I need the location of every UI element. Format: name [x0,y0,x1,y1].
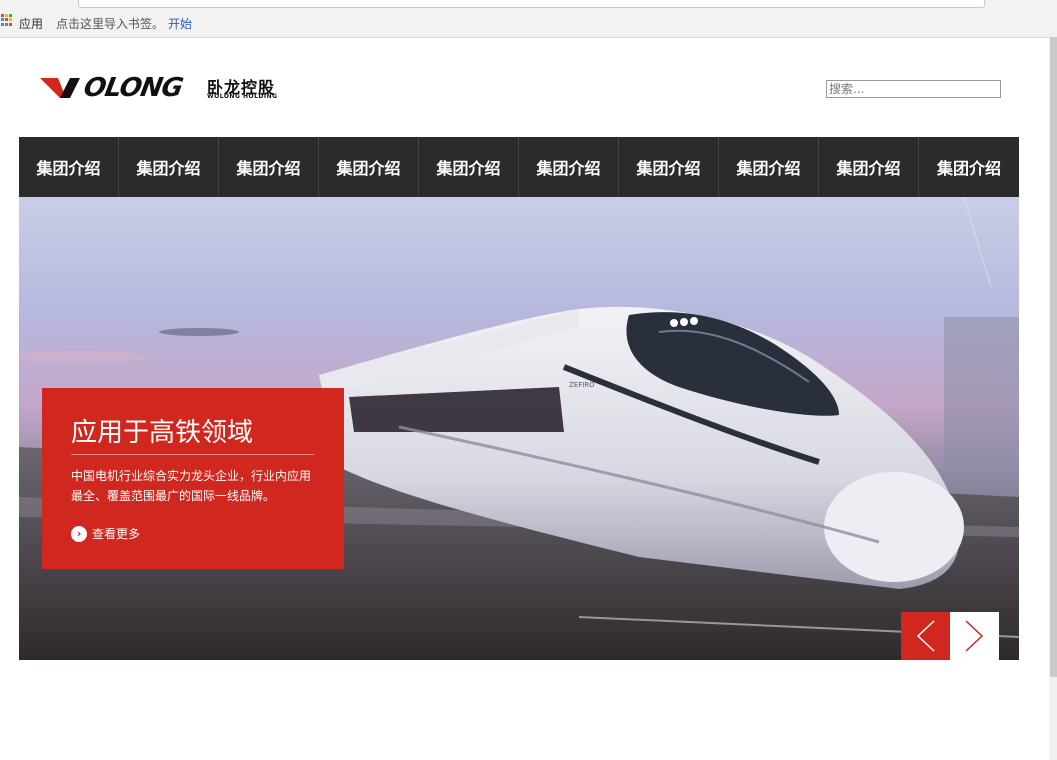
logo-wordmark: OLONG [81,73,185,103]
nav-item-group-intro-1[interactable]: 集团介绍 [19,137,119,197]
nav-item-group-intro-6[interactable]: 集团介绍 [519,137,619,197]
logo-mark-icon [40,78,80,98]
nav-item-group-intro-5[interactable]: 集团介绍 [419,137,519,197]
bookmark-start-link[interactable]: 开始 [168,15,192,32]
caption-divider [71,454,314,455]
chevron-right-circle-icon: › [71,525,87,542]
logo-english-name: WOLONG HOLDING [207,93,278,100]
train-badge: ZEFIRO [569,381,595,389]
chevron-right-icon [965,620,984,652]
browser-toolbar [0,0,1057,9]
banner-caption: 应用于高铁领域 中国电机行业综合实力龙头企业，行业内应用最全、覆盖范围最广的国际… [42,388,344,569]
nav-item-group-intro-3[interactable]: 集团介绍 [219,137,319,197]
bookmarks-bar: 应用 点击这里导入书签。 开始 [0,9,1057,38]
bookmark-apps[interactable]: 应用 [19,15,43,32]
nav-item-group-intro-7[interactable]: 集团介绍 [619,137,719,197]
nav-item-group-intro-8[interactable]: 集团介绍 [719,137,819,197]
site-logo[interactable]: OLONG 卧龙控股 WOLONG HOLDING [40,73,290,104]
main-nav: 集团介绍 集团介绍 集团介绍 集团介绍 集团介绍 集团介绍 集团介绍 集团介绍 … [19,137,1019,197]
banner-description: 中国电机行业综合实力龙头企业，行业内应用最全、覆盖范围最广的国际一线品牌。 [71,469,312,503]
nav-item-group-intro-10[interactable]: 集团介绍 [919,137,1019,197]
more-link-label: 查看更多 [92,527,141,541]
address-bar[interactable] [78,0,985,8]
chevron-left-icon [916,620,935,652]
scrollbar-thumb[interactable] [1050,37,1057,677]
slider-next-button[interactable] [950,612,999,660]
apps-grid-icon[interactable] [1,14,13,26]
bookmark-import-hint: 点击这里导入书签。 [56,17,165,31]
nav-item-group-intro-4[interactable]: 集团介绍 [319,137,419,197]
banner-title: 应用于高铁领域 [71,418,254,448]
search-input[interactable] [826,80,1001,98]
nav-item-group-intro-2[interactable]: 集团介绍 [119,137,219,197]
slider-prev-button[interactable] [901,612,950,660]
more-link[interactable]: › 查看更多 [71,525,140,542]
nav-item-group-intro-9[interactable]: 集团介绍 [819,137,919,197]
